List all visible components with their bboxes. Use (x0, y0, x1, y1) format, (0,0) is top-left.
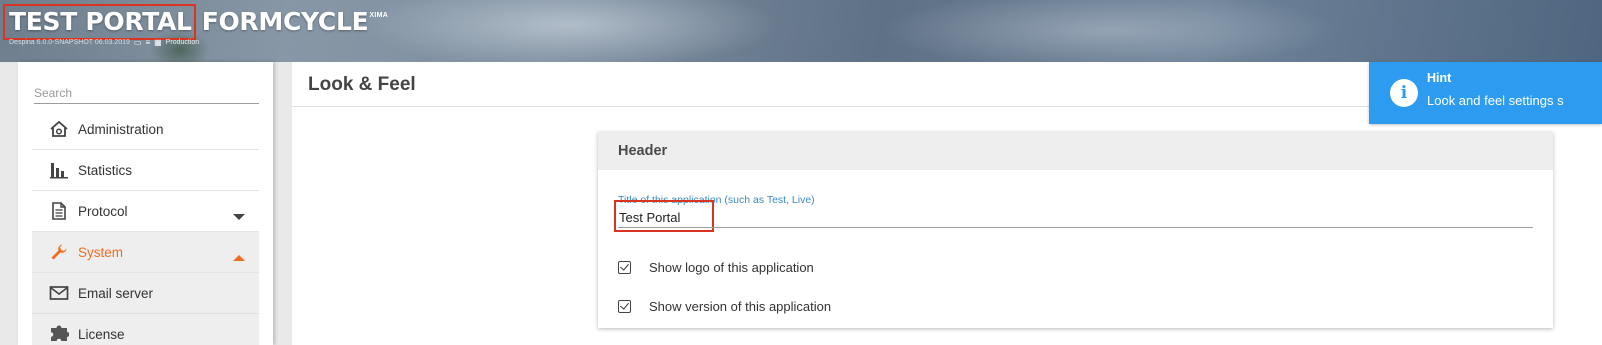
sidebar-item-protocol[interactable]: Protocol (32, 191, 259, 232)
sidebar-item-label: Administration (78, 121, 164, 137)
sidebar-nav: Administration Statistics Protocol Syste… (32, 109, 259, 345)
document-icon (48, 200, 70, 222)
sidebar-submenu-system: Email server License (32, 273, 259, 345)
hint-toast[interactable]: i Hint Look and feel settings s (1369, 62, 1602, 124)
wrench-icon (48, 241, 70, 263)
brand[interactable]: TEST PORTAL FORMCYCLE XIMA (3, 4, 389, 40)
show-logo-checkbox[interactable]: Show logo of this application (618, 260, 814, 275)
checkbox-label: Show logo of this application (649, 260, 814, 275)
app-title-input[interactable]: Test Portal (619, 210, 680, 225)
show-version-checkbox[interactable]: Show version of this application (618, 299, 831, 314)
hint-message: Look and feel settings s (1427, 93, 1564, 108)
chevron-up-icon (233, 249, 245, 267)
header-settings-card: Header Title of this application (such a… (598, 132, 1553, 328)
checkbox-checked-icon (618, 261, 631, 274)
sidebar-item-license[interactable]: License (32, 314, 259, 345)
environment-label: Production (165, 39, 200, 46)
sidebar-item-email-server[interactable]: Email server (32, 273, 259, 314)
monitor-icon: ▭ (133, 38, 142, 47)
hint-title: Hint (1427, 71, 1452, 85)
sidebar-item-label: Protocol (78, 203, 128, 219)
envelope-icon (48, 282, 70, 304)
card-header: Header (598, 132, 1553, 170)
brand-name: FORMCYCLE (201, 7, 369, 36)
checkbox-checked-icon (618, 300, 631, 313)
sidebar-item-administration[interactable]: Administration (32, 109, 259, 150)
sidebar-item-label: Email server (78, 285, 154, 301)
checkbox-label: Show version of this application (649, 299, 832, 314)
bar-chart-icon (48, 159, 70, 181)
sidebar-item-label: Statistics (78, 162, 133, 178)
page-title: Look & Feel (308, 74, 416, 95)
sidebar: Search Administration Statistics Protoco… (18, 62, 273, 345)
sidebar-item-label: System (78, 244, 124, 260)
info-icon: i (1390, 79, 1418, 107)
header-background-cloud (880, 0, 1340, 62)
input-underline (618, 227, 1533, 228)
database-icon: ≡ (145, 38, 151, 47)
calendar-icon: ▦ (154, 38, 162, 47)
brand-superscript: XIMA (369, 12, 389, 19)
build-info-line: Despina 6.0.0-SNAPSHOT 06.03.2019 ▭ ≡ ▦ … (9, 38, 199, 47)
admin-house-icon (48, 118, 70, 140)
build-version: Despina 6.0.0-SNAPSHOT 06.03.2019 (9, 39, 130, 46)
sidebar-item-statistics[interactable]: Statistics (32, 150, 259, 191)
puzzle-icon (48, 323, 70, 345)
chevron-down-icon (233, 208, 245, 226)
app-header: TEST PORTAL FORMCYCLE XIMA Despina 6.0.0… (0, 0, 1602, 62)
sidebar-search-input[interactable]: Search (34, 84, 259, 104)
header-background-cloud (360, 0, 780, 62)
sidebar-item-system[interactable]: System (32, 232, 259, 273)
app-title: TEST PORTAL (3, 4, 196, 40)
sidebar-item-label: License (78, 326, 125, 342)
